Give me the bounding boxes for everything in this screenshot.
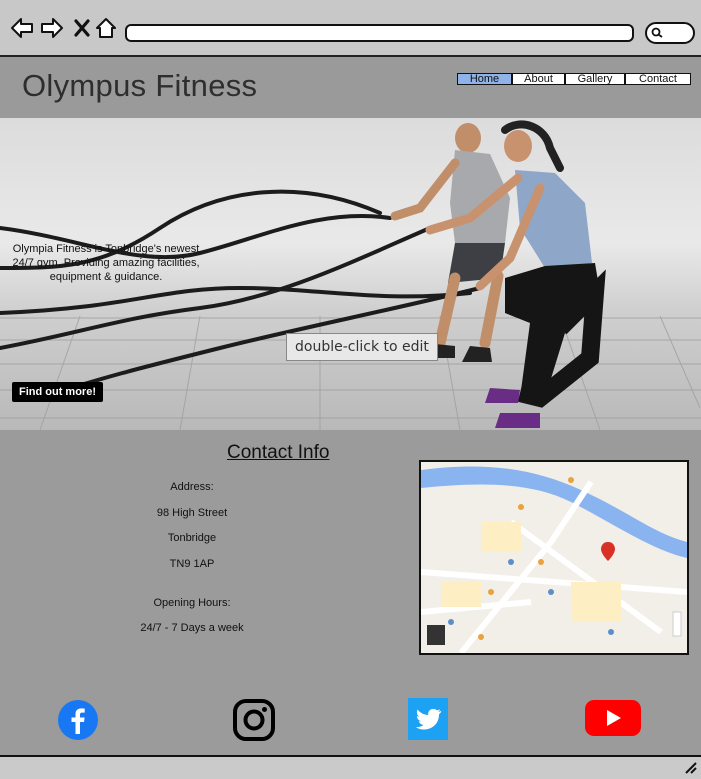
browser-toolbar: [0, 0, 701, 57]
contact-section: Contact Info Address: 98 High Street Ton…: [0, 432, 701, 757]
main-nav: Home About Gallery Contact: [457, 73, 691, 85]
resize-handle-icon[interactable]: [684, 761, 698, 775]
site-header: Olympus Fitness Home About Gallery Conta…: [0, 57, 701, 118]
nav-gallery[interactable]: Gallery: [566, 74, 626, 85]
postcode: TN9 1AP: [169, 558, 215, 570]
browser-search-field[interactable]: [645, 22, 695, 44]
opening-hours: 24/7 - 7 Days a week: [140, 622, 244, 634]
home-icon[interactable]: [94, 16, 118, 40]
facebook-icon[interactable]: [56, 698, 100, 742]
nav-about[interactable]: About: [513, 74, 566, 85]
hero-description: Olympia Fitness is Tonbridge's newest 24…: [12, 243, 200, 283]
address-label: Address:: [170, 481, 214, 493]
address-line2: Tonbridge: [167, 532, 217, 544]
hours-label: Opening Hours:: [153, 597, 231, 609]
nav-contact[interactable]: Contact: [626, 74, 690, 85]
hero-banner: Olympia Fitness is Tonbridge's newest 24…: [0, 118, 701, 430]
instagram-icon[interactable]: [232, 698, 276, 742]
youtube-icon[interactable]: [584, 698, 642, 738]
contact-heading: Contact Info: [227, 442, 330, 463]
address-line1: 98 High Street: [156, 507, 228, 519]
nav-home[interactable]: Home: [458, 74, 513, 85]
browser-footer: [0, 755, 701, 779]
location-map[interactable]: [419, 460, 689, 655]
forward-arrow-icon[interactable]: [40, 16, 64, 40]
search-icon: [651, 27, 663, 38]
edit-hint-tooltip: double-click to edit: [286, 333, 438, 361]
find-out-more-button[interactable]: Find out more!: [12, 382, 103, 402]
man-figure: [390, 123, 510, 362]
map-image: [421, 462, 687, 653]
twitter-icon[interactable]: [408, 698, 448, 740]
back-arrow-icon[interactable]: [10, 16, 34, 40]
site-title: Olympus Fitness: [22, 68, 258, 103]
close-icon[interactable]: [70, 16, 94, 40]
address-bar[interactable]: [125, 24, 634, 42]
